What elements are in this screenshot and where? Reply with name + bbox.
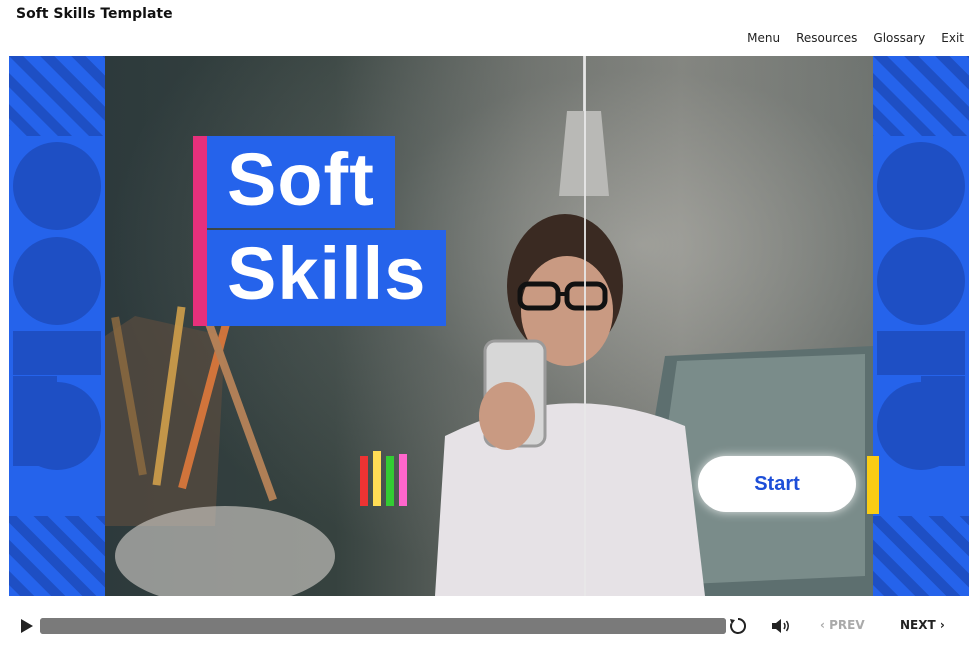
- next-button[interactable]: NEXT ›: [900, 618, 945, 632]
- start-button[interactable]: Start: [698, 456, 856, 512]
- exit-link[interactable]: Exit: [941, 31, 964, 45]
- slide-background-photo: Soft Skills: [105, 56, 873, 596]
- next-label: NEXT: [900, 618, 936, 632]
- progress-fill: [40, 618, 726, 634]
- volume-icon[interactable]: [770, 616, 792, 636]
- play-icon[interactable]: [16, 616, 36, 636]
- start-accent-tab: [867, 456, 879, 514]
- chevron-left-icon: ‹: [820, 618, 825, 632]
- photo-divider-line: [584, 56, 586, 596]
- course-title: Soft Skills Template: [16, 6, 173, 22]
- menu-link[interactable]: Menu: [747, 31, 780, 45]
- geometric-pattern-right: [873, 56, 969, 596]
- progress-bar[interactable]: [40, 618, 726, 634]
- player-controls: ‹ PREV NEXT ›: [0, 596, 978, 656]
- glossary-link[interactable]: Glossary: [873, 31, 925, 45]
- prev-label: PREV: [829, 618, 865, 632]
- prev-button[interactable]: ‹ PREV: [820, 618, 865, 632]
- chevron-right-icon: ›: [939, 618, 945, 632]
- replay-icon[interactable]: [728, 616, 748, 636]
- left-decorative-panel: [9, 56, 105, 596]
- right-decorative-panel: [873, 56, 969, 596]
- slide-title-line1: Soft: [207, 136, 395, 228]
- resources-link[interactable]: Resources: [796, 31, 857, 45]
- geometric-pattern-left: [9, 56, 105, 596]
- title-accent-bar: [193, 136, 207, 326]
- slide-title-line2: Skills: [207, 230, 447, 326]
- top-menu: Menu Resources Glossary Exit: [747, 31, 964, 45]
- slide-stage: Soft Skills Start: [9, 56, 969, 596]
